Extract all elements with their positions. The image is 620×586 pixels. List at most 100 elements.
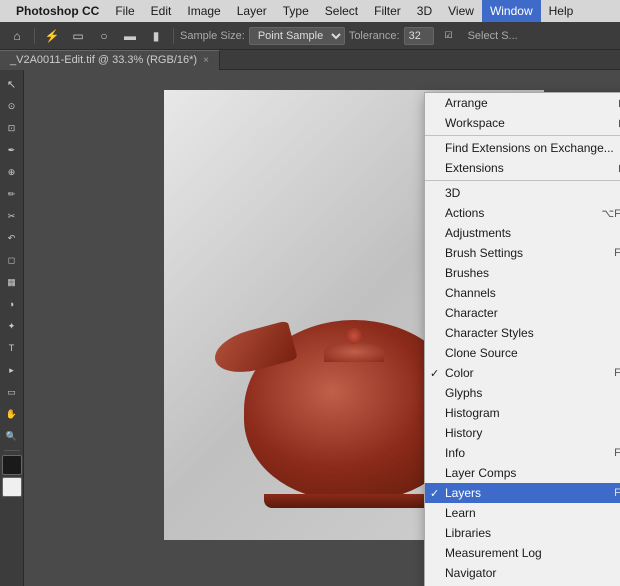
zoom-tool[interactable]: 🔍 [2, 426, 22, 446]
brush-tool[interactable]: ✏ [2, 184, 22, 204]
type-tool[interactable]: T [2, 338, 22, 358]
actions-shortcut: ⌥F9 [601, 207, 620, 220]
actions-label: Actions [445, 206, 484, 220]
menu-item-channels[interactable]: Channels [425, 283, 620, 303]
tab-close-button[interactable]: × [203, 55, 209, 66]
learn-label: Learn [445, 506, 476, 520]
menu-select[interactable]: Select [317, 0, 366, 22]
menu-file[interactable]: File [107, 0, 142, 22]
move-tool[interactable]: ↖ [2, 74, 22, 94]
home-icon[interactable]: ⌂ [6, 25, 28, 47]
hand-tool[interactable]: ✋ [2, 404, 22, 424]
crop-tool[interactable]: ⊡ [2, 118, 22, 138]
app-name[interactable]: Photoshop CC [8, 0, 107, 22]
tab-row: _V2A0011-Edit.tif @ 33.3% (RGB/16*) × [0, 50, 620, 70]
menu-item-workspace[interactable]: Workspace ▶ [425, 113, 620, 133]
menu-3d[interactable]: 3D [409, 0, 440, 22]
menu-filter[interactable]: Filter [366, 0, 409, 22]
tolerance-input[interactable] [404, 27, 434, 45]
menu-item-character-styles[interactable]: Character Styles [425, 323, 620, 343]
character-label: Character [445, 306, 498, 320]
background-color[interactable] [2, 477, 22, 497]
adjustments-label: Adjustments [445, 226, 511, 240]
brush-settings-label: Brush Settings [445, 246, 523, 260]
menu-item-character[interactable]: Character [425, 303, 620, 323]
find-extensions-label: Find Extensions on Exchange... [445, 141, 614, 155]
menu-item-brushes[interactable]: Brushes [425, 263, 620, 283]
history-label: History [445, 426, 482, 440]
menu-item-clone-source[interactable]: Clone Source [425, 343, 620, 363]
character-styles-label: Character Styles [445, 326, 534, 340]
selection-oval-icon[interactable]: ○ [93, 25, 115, 47]
menu-view[interactable]: View [440, 0, 482, 22]
menu-item-navigator[interactable]: Navigator [425, 563, 620, 583]
options-bar: ⌂ ⚡ ▭ ○ ▬ ▮ Sample Size: Point Sample To… [0, 22, 620, 50]
toolbar-separator-1 [34, 28, 35, 44]
eraser-tool[interactable]: ◻ [2, 250, 22, 270]
canvas-area: Arrange ▶ Workspace ▶ Find Extensions on… [24, 70, 620, 586]
navigator-label: Navigator [445, 566, 496, 580]
sample-size-select[interactable]: Point Sample [249, 27, 345, 45]
menu-help[interactable]: Help [541, 0, 582, 22]
tolerance-label: Tolerance: [349, 30, 400, 42]
brushes-label: Brushes [445, 266, 489, 280]
menu-item-learn[interactable]: Learn [425, 503, 620, 523]
menu-item-extensions[interactable]: Extensions ▶ [425, 158, 620, 178]
menu-item-color[interactable]: ✓ Color F6 [425, 363, 620, 383]
menu-item-layer-comps[interactable]: Layer Comps [425, 463, 620, 483]
left-toolbar: ↖ ⊙ ⊡ ✒ ⊕ ✏ ✂ ↶ ◻ ▦ ◑ ✦ T ▸ ▭ ✋ 🔍 [0, 70, 24, 586]
menu-item-arrange[interactable]: Arrange ▶ [425, 93, 620, 113]
pen-tool[interactable]: ✦ [2, 316, 22, 336]
selection-single-icon[interactable]: ▬ [119, 25, 141, 47]
healing-tool[interactable]: ⊕ [2, 162, 22, 182]
clone-tool[interactable]: ✂ [2, 206, 22, 226]
selection-col-icon[interactable]: ▮ [145, 25, 167, 47]
menu-item-measurement-log[interactable]: Measurement Log [425, 543, 620, 563]
menu-item-find-extensions[interactable]: Find Extensions on Exchange... [425, 138, 620, 158]
magic-wand-icon[interactable]: ⚡ [41, 25, 63, 47]
menu-type[interactable]: Type [275, 0, 317, 22]
color-checkmark: ✓ [430, 367, 439, 380]
menu-item-history[interactable]: History [425, 423, 620, 443]
history-brush-tool[interactable]: ↶ [2, 228, 22, 248]
measurement-log-label: Measurement Log [445, 546, 542, 560]
menu-item-glyphs[interactable]: Glyphs [425, 383, 620, 403]
clone-source-label: Clone Source [445, 346, 518, 360]
layers-checkmark: ✓ [430, 487, 439, 500]
select-all-label: Select S... [468, 30, 518, 42]
3d-label: 3D [445, 186, 460, 200]
menu-item-info[interactable]: Info F8 [425, 443, 620, 463]
menu-window[interactable]: Window [482, 0, 541, 22]
info-label: Info [445, 446, 465, 460]
document-tab[interactable]: _V2A0011-Edit.tif @ 33.3% (RGB/16*) × [0, 50, 220, 70]
lasso-tool[interactable]: ⊙ [2, 96, 22, 116]
menu-edit[interactable]: Edit [143, 0, 180, 22]
menu-item-brush-settings[interactable]: Brush Settings F5 [425, 243, 620, 263]
eyedropper-tool[interactable]: ✒ [2, 140, 22, 160]
selection-rect-icon[interactable]: ▭ [67, 25, 89, 47]
arrange-label: Arrange [445, 96, 488, 110]
tab-filename: _V2A0011-Edit.tif @ 33.3% (RGB/16*) [10, 54, 197, 66]
window-menu-dropdown[interactable]: Arrange ▶ Workspace ▶ Find Extensions on… [424, 92, 620, 586]
toolbar-separator-2 [173, 28, 174, 44]
menu-item-adjustments[interactable]: Adjustments [425, 223, 620, 243]
foreground-color[interactable] [2, 455, 22, 475]
layer-comps-label: Layer Comps [445, 466, 516, 480]
channels-label: Channels [445, 286, 496, 300]
teapot-base [264, 494, 444, 508]
menu-item-libraries[interactable]: Libraries [425, 523, 620, 543]
shape-tool[interactable]: ▭ [2, 382, 22, 402]
menu-item-histogram[interactable]: Histogram [425, 403, 620, 423]
menu-item-actions[interactable]: Actions ⌥F9 [425, 203, 620, 223]
separator-1 [425, 135, 620, 136]
path-select-tool[interactable]: ▸ [2, 360, 22, 380]
gradient-tool[interactable]: ▦ [2, 272, 22, 292]
menu-image[interactable]: Image [179, 0, 228, 22]
menu-item-3d[interactable]: 3D [425, 183, 620, 203]
menu-layer[interactable]: Layer [229, 0, 275, 22]
teapot-knob [346, 328, 362, 344]
menu-item-layers[interactable]: ✓ Layers F7 [425, 483, 620, 503]
glyphs-label: Glyphs [445, 386, 482, 400]
dodge-tool[interactable]: ◑ [2, 294, 22, 314]
anti-alias-checkbox[interactable]: ☑ [438, 25, 460, 47]
